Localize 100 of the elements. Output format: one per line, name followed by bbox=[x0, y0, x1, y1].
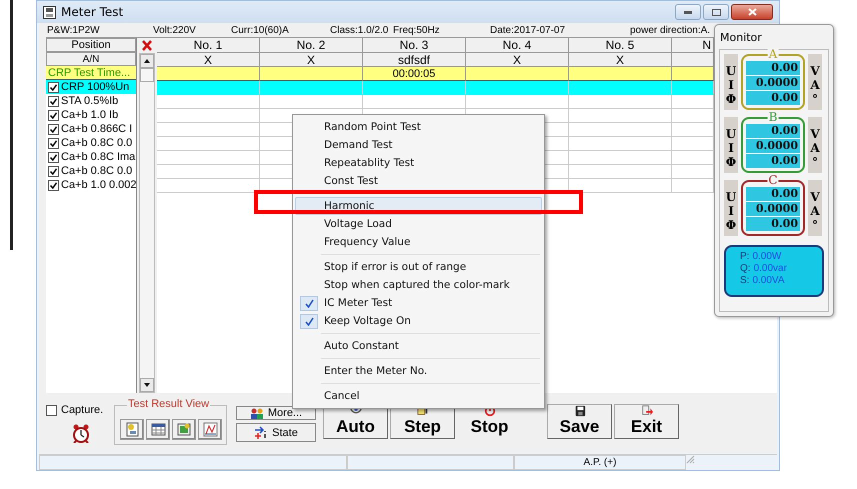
menu-item[interactable]: Cancel bbox=[295, 387, 542, 405]
item-label: Ca+b 0.8C Ima bbox=[61, 151, 136, 163]
quantity-symbol: U bbox=[726, 127, 736, 141]
scroll-thumb[interactable] bbox=[140, 68, 154, 82]
unit-label: A bbox=[810, 204, 820, 218]
exit-button[interactable]: Exit bbox=[614, 404, 679, 439]
column-header[interactable]: No. 5 bbox=[569, 38, 672, 53]
view-button[interactable] bbox=[172, 419, 196, 440]
quantity-symbol: Φ bbox=[726, 218, 736, 232]
checkbox[interactable] bbox=[48, 82, 59, 92]
reading-value: 0.0000 bbox=[746, 202, 800, 216]
scrollbar[interactable] bbox=[139, 53, 155, 393]
test-item[interactable]: Ca+b 0.8C Ima bbox=[46, 150, 136, 164]
column-header[interactable]: No. 2 bbox=[260, 38, 363, 53]
phase-label: C bbox=[767, 174, 779, 186]
power-value: 0.00VA bbox=[752, 275, 785, 286]
app-icon bbox=[43, 6, 56, 18]
up-arrow-icon bbox=[144, 59, 150, 63]
quantity-symbol: I bbox=[728, 141, 734, 155]
maximize-button[interactable] bbox=[703, 4, 729, 20]
reading-value: 0.00 bbox=[746, 217, 800, 231]
table-cell: X bbox=[569, 53, 672, 67]
info-text: Curr:10(60)A bbox=[231, 24, 290, 36]
reading-value: 0.00 bbox=[746, 124, 800, 138]
checkbox[interactable] bbox=[46, 404, 57, 416]
state-button[interactable]: State bbox=[236, 423, 316, 442]
menu-item[interactable]: Const Test bbox=[295, 172, 542, 190]
power-value: 0.00var bbox=[754, 263, 787, 274]
menu-item[interactable]: Keep Voltage On bbox=[295, 312, 542, 330]
checkbox[interactable] bbox=[48, 152, 59, 162]
info-text: Volt:220V bbox=[153, 24, 197, 36]
column-header[interactable]: No. 1 bbox=[157, 38, 260, 53]
checkbox[interactable] bbox=[48, 180, 59, 190]
image-icon bbox=[176, 422, 192, 437]
alarm-clock-icon bbox=[72, 424, 90, 443]
item-label: Ca+b 1.0 Ib bbox=[61, 109, 118, 121]
checkbox[interactable] bbox=[48, 138, 59, 148]
checkbox[interactable] bbox=[48, 124, 59, 134]
info-text: power direction:A. bbox=[630, 24, 712, 36]
window-title: Meter Test bbox=[61, 5, 124, 19]
info-text: Date:2017-07-07 bbox=[490, 24, 566, 36]
minimize-button[interactable] bbox=[675, 4, 701, 20]
reading-value: 0.0000 bbox=[746, 76, 800, 90]
unit-label: V bbox=[810, 127, 820, 141]
save-button[interactable]: Save bbox=[547, 404, 612, 439]
scroll-up-button[interactable] bbox=[140, 54, 154, 68]
menu-item[interactable]: Stop if error is out of range bbox=[295, 258, 542, 276]
unit-label: V bbox=[810, 190, 820, 204]
scroll-down-button[interactable] bbox=[140, 378, 154, 392]
test-item[interactable]: Ca+b 1.0 0.002 bbox=[46, 178, 136, 192]
checkbox-label[interactable]: Capture. bbox=[61, 404, 104, 416]
menu-item[interactable]: Demand Test bbox=[295, 136, 542, 154]
close-button[interactable] bbox=[731, 4, 773, 20]
column-header[interactable]: N bbox=[672, 38, 714, 53]
test-item[interactable]: Ca+b 0.8C 0.0 bbox=[46, 136, 136, 150]
table-cell: 00:00:05 bbox=[363, 67, 466, 81]
delete-icon[interactable] bbox=[142, 40, 152, 51]
menu-item[interactable]: Auto Constant bbox=[295, 337, 542, 355]
transfer-icon bbox=[254, 426, 268, 439]
view-button[interactable] bbox=[146, 419, 170, 440]
report-icon bbox=[124, 422, 140, 437]
checkbox[interactable] bbox=[48, 110, 59, 120]
menu-item[interactable]: Voltage Load bbox=[295, 215, 542, 233]
power-label: P: bbox=[740, 251, 750, 262]
test-item[interactable]: Ca+b 0.866C I bbox=[46, 122, 136, 136]
menu-item[interactable]: Enter the Meter No. bbox=[295, 362, 542, 380]
group-title: Test Result View bbox=[127, 398, 210, 410]
down-arrow-icon bbox=[144, 383, 150, 387]
test-item[interactable]: CRP 100%Un bbox=[46, 80, 136, 94]
menu-item[interactable]: IC Meter Test bbox=[295, 294, 542, 312]
item-label: Ca+b 0.866C I bbox=[61, 123, 132, 135]
menu-item[interactable]: Frequency Value bbox=[295, 233, 542, 251]
column-header[interactable]: No. 3 bbox=[363, 38, 466, 53]
unit-label: ° bbox=[812, 155, 818, 169]
menu-item[interactable]: Random Point Test bbox=[295, 118, 542, 136]
reading-value: 0.00 bbox=[746, 154, 800, 168]
more-button[interactable]: More... bbox=[236, 406, 316, 420]
chart-icon bbox=[202, 422, 218, 437]
resize-grip-icon bbox=[686, 455, 695, 464]
item-label: Ca+b 0.8C 0.0 bbox=[61, 165, 132, 177]
menu-item[interactable]: Repeatablity Test bbox=[295, 154, 542, 172]
table-icon bbox=[150, 422, 166, 437]
table-cell: X bbox=[260, 53, 363, 67]
unit-label: A bbox=[810, 78, 820, 92]
view-button[interactable] bbox=[120, 419, 144, 440]
test-item[interactable]: STA 0.5%Ib bbox=[46, 94, 136, 108]
reading-value: 0.00 bbox=[746, 91, 800, 105]
quantity-symbol: U bbox=[726, 64, 736, 78]
test-item[interactable]: Ca+b 0.8C 0.0 bbox=[46, 164, 136, 178]
quantity-symbol: Φ bbox=[726, 92, 736, 106]
column-header[interactable]: No. 4 bbox=[466, 38, 569, 53]
view-button[interactable] bbox=[198, 419, 222, 440]
checkbox[interactable] bbox=[48, 96, 59, 106]
test-item[interactable]: Ca+b 1.0 Ib bbox=[46, 108, 136, 122]
menu-item[interactable]: Stop when captured the color-mark bbox=[295, 276, 542, 294]
minimize-icon bbox=[684, 10, 692, 14]
column-header[interactable]: Position bbox=[46, 38, 136, 52]
maximize-icon bbox=[712, 8, 720, 16]
quantity-symbol: I bbox=[728, 78, 734, 92]
checkbox[interactable] bbox=[48, 166, 59, 176]
